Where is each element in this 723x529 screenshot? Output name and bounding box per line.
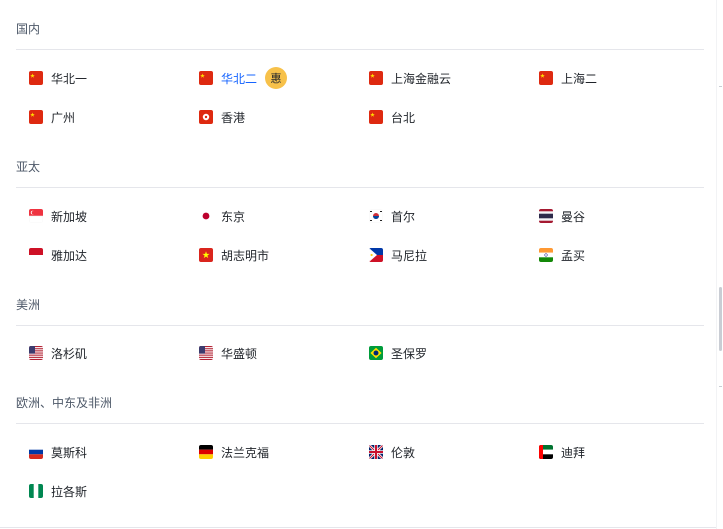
divider: [719, 386, 722, 387]
region-option-label: 伦敦: [391, 445, 416, 460]
region-option-bangkok[interactable]: 曼谷: [539, 204, 585, 228]
region-option-sao-paulo[interactable]: 圣保罗: [369, 341, 427, 365]
region-option-label: 新加坡: [51, 209, 88, 224]
divider: [16, 325, 704, 326]
scrollbar-track[interactable]: [716, 0, 723, 529]
region-title-americas: 美洲: [16, 298, 41, 312]
region-option-label: 台北: [391, 110, 416, 125]
region-option-label: 上海金融云: [391, 71, 452, 86]
region-option-seoul[interactable]: 首尔: [369, 204, 415, 228]
region-option-label: 华盛顿: [221, 346, 258, 361]
in-flag-icon: [539, 248, 553, 262]
region-option-taipei[interactable]: 台北: [369, 105, 415, 129]
region-option-label: 迪拜: [561, 445, 586, 460]
region-title-asia-pacific: 亚太: [16, 160, 41, 174]
region-option-singapore[interactable]: 新加坡: [29, 204, 87, 228]
region-option-london[interactable]: 伦敦: [369, 440, 415, 464]
cn-flag-icon: [369, 110, 383, 124]
region-title-emea: 欧洲、中东及非洲: [16, 396, 113, 410]
divider: [16, 49, 704, 50]
region-option-los-angeles[interactable]: 洛杉矶: [29, 341, 87, 365]
ph-flag-icon: [369, 248, 383, 262]
vn-flag-icon: [199, 248, 213, 262]
region-option-label: 圣保罗: [391, 346, 428, 361]
region-option-label: 洛杉矶: [51, 346, 88, 361]
region-option-mumbai[interactable]: 孟买: [539, 243, 585, 267]
region-option-label: 胡志明市: [221, 248, 270, 263]
gb-flag-icon: [369, 445, 383, 459]
divider: [0, 527, 716, 528]
region-option-ho-chi-minh[interactable]: 胡志明市: [199, 243, 269, 267]
region-option-label: 香港: [221, 110, 246, 125]
id-flag-icon: [29, 248, 43, 262]
br-flag-icon: [369, 346, 383, 360]
region-option-label: 首尔: [391, 209, 416, 224]
sg-flag-icon: [29, 209, 43, 223]
region-option-label: 上海二: [561, 71, 598, 86]
region-option-label: 雅加达: [51, 248, 88, 263]
cn-flag-icon: [29, 110, 43, 124]
th-flag-icon: [539, 209, 553, 223]
us-flag-icon: [199, 346, 213, 360]
region-title-domestic: 国内: [16, 22, 41, 36]
region-option-huabei-2[interactable]: 华北二 惠: [199, 66, 288, 90]
kr-flag-icon: [369, 209, 383, 223]
region-option-label: 曼谷: [561, 209, 586, 224]
discount-badge: 惠: [265, 67, 288, 89]
cn-flag-icon: [539, 71, 553, 85]
region-option-lagos[interactable]: 拉各斯: [29, 479, 87, 503]
region-option-moscow[interactable]: 莫斯科: [29, 440, 87, 464]
divider: [16, 187, 704, 188]
region-option-label: 莫斯科: [51, 445, 88, 460]
region-selector-panel: 国内 华北一 华北二 惠 上海金融云 上海二 广州 香港 台北 亚太 新加坡 东…: [0, 0, 716, 529]
cn-flag-icon: [199, 71, 213, 85]
region-option-label: 东京: [221, 209, 246, 224]
region-option-shanghai-2[interactable]: 上海二: [539, 66, 597, 90]
region-option-label: 孟买: [561, 248, 586, 263]
region-option-guangzhou[interactable]: 广州: [29, 105, 75, 129]
ru-flag-icon: [29, 445, 43, 459]
region-option-label: 华北二: [221, 71, 258, 86]
region-option-huabei-1[interactable]: 华北一: [29, 66, 87, 90]
region-option-label: 拉各斯: [51, 484, 88, 499]
region-option-jakarta[interactable]: 雅加达: [29, 243, 87, 267]
region-option-tokyo[interactable]: 东京: [199, 204, 245, 228]
region-option-frankfurt[interactable]: 法兰克福: [199, 440, 269, 464]
scrollbar-thumb[interactable]: [719, 287, 722, 351]
divider: [16, 423, 704, 424]
ae-flag-icon: [539, 445, 553, 459]
region-option-hongkong[interactable]: 香港: [199, 105, 245, 129]
ng-flag-icon: [29, 484, 43, 498]
region-option-label: 法兰克福: [221, 445, 270, 460]
jp-flag-icon: [199, 209, 213, 223]
region-option-dubai[interactable]: 迪拜: [539, 440, 585, 464]
region-option-washington[interactable]: 华盛顿: [199, 341, 257, 365]
cn-flag-icon: [369, 71, 383, 85]
region-option-manila[interactable]: 马尼拉: [369, 243, 427, 267]
region-option-label: 广州: [51, 110, 76, 125]
de-flag-icon: [199, 445, 213, 459]
cn-flag-icon: [29, 71, 43, 85]
hk-flag-icon: [199, 110, 213, 124]
us-flag-icon: [29, 346, 43, 360]
region-option-label: 马尼拉: [391, 248, 428, 263]
region-option-shanghai-finance[interactable]: 上海金融云: [369, 66, 451, 90]
divider: [719, 86, 722, 87]
region-option-label: 华北一: [51, 71, 88, 86]
